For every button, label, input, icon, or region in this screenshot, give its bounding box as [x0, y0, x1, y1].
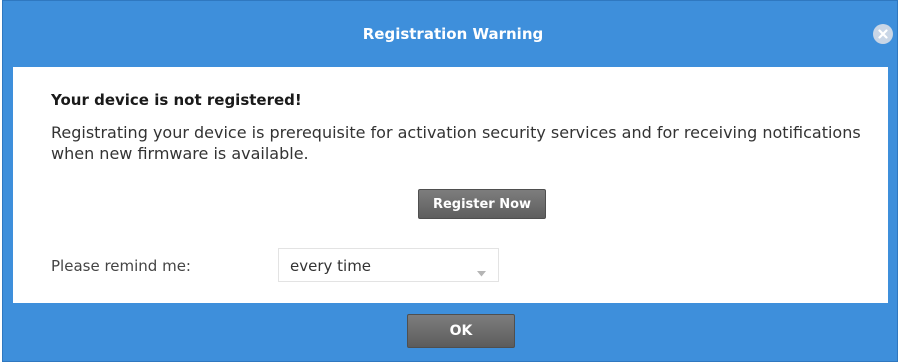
- warning-message: Registrating your device is prerequisite…: [51, 123, 861, 163]
- close-icon: [878, 29, 888, 39]
- chevron-down-icon: [477, 262, 486, 281]
- warning-heading: Your device is not registered!: [51, 91, 302, 109]
- close-button[interactable]: [873, 24, 893, 44]
- remind-frequency-value: every time: [290, 257, 372, 275]
- dialog-title-bar: Registration Warning: [3, 1, 897, 67]
- dialog-title: Registration Warning: [362, 25, 544, 43]
- dialog-content: Your device is not registered! Registrat…: [13, 67, 888, 303]
- register-now-button[interactable]: Register Now: [418, 189, 546, 219]
- ok-button[interactable]: OK: [407, 314, 515, 348]
- remind-label: Please remind me:: [51, 257, 191, 275]
- remind-frequency-select[interactable]: every time: [278, 248, 499, 282]
- registration-warning-dialog: Registration Warning Your device is not …: [2, 0, 898, 362]
